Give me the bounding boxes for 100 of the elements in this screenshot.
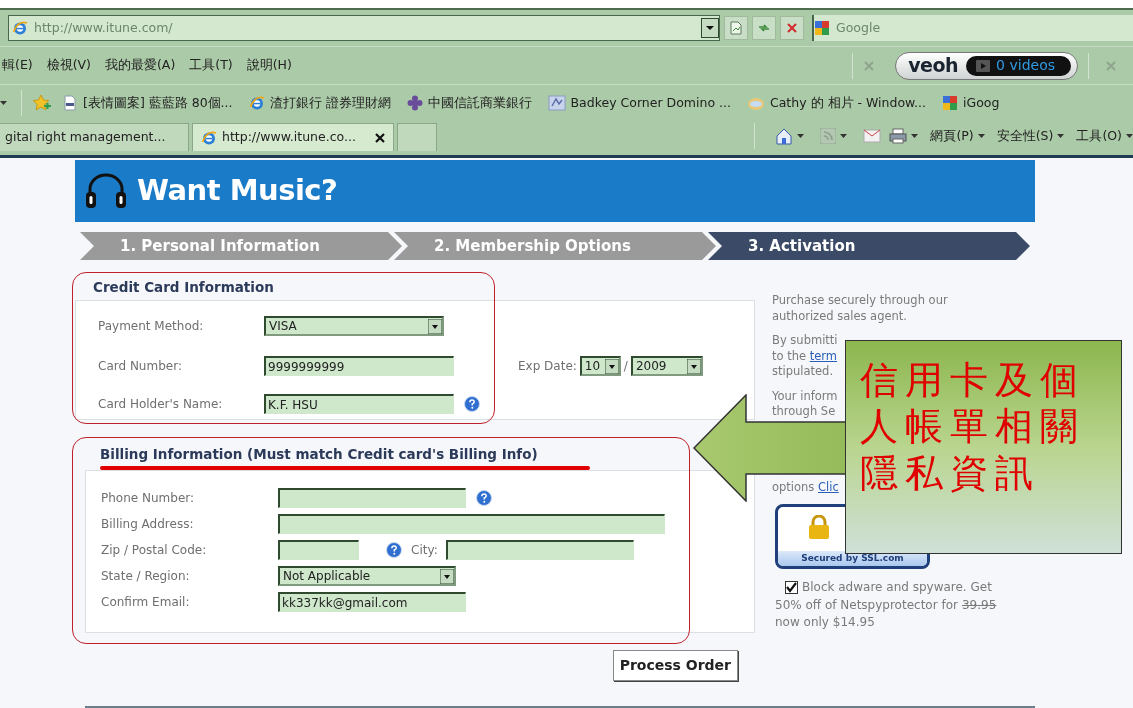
- web-page-icon: [12, 20, 28, 36]
- field-label: Confirm Email:: [101, 594, 191, 611]
- input-field[interactable]: [278, 540, 359, 560]
- caret-icon: [840, 134, 848, 138]
- progress-step: 2. Membership Options: [394, 232, 716, 260]
- favorite-link[interactable]: 中國信託商業銀行: [406, 93, 532, 113]
- select-field[interactable]: 10: [579, 356, 621, 376]
- menu-item[interactable]: 工具(T): [189, 56, 247, 75]
- compatibility-button[interactable]: [724, 16, 748, 40]
- command-menu[interactable]: 工具(O): [1076, 126, 1133, 146]
- select-field[interactable]: 2009: [630, 356, 703, 376]
- chevron-icon: [0, 101, 7, 105]
- sidebar-text: to the: [772, 348, 807, 363]
- offer-text: 50% off of Netspyprotector for: [775, 596, 958, 614]
- callout-text: 信用卡及個人帳單相關隱私資訊: [860, 357, 1086, 497]
- envelope-icon: [863, 129, 882, 143]
- page-icon: [729, 21, 743, 35]
- input-field[interactable]: [278, 488, 466, 508]
- select-field[interactable]: Not Applicable: [278, 566, 456, 586]
- favorite-link[interactable]: iGoog: [942, 93, 1000, 113]
- home-button[interactable]: [775, 127, 805, 145]
- command-menu[interactable]: 網頁(P): [930, 126, 985, 146]
- field-label: Card Holder's Name:: [98, 396, 224, 413]
- help-icon[interactable]: [386, 542, 402, 558]
- help-icon[interactable]: [464, 396, 480, 412]
- dropdown-arrow-icon: [604, 358, 619, 374]
- input-field[interactable]: [445, 540, 634, 560]
- close-icon: [786, 22, 798, 34]
- google-icon: [814, 20, 830, 36]
- input-field[interactable]: [278, 514, 665, 534]
- field-label: Payment Method:: [98, 318, 205, 335]
- mail-button[interactable]: [863, 129, 882, 143]
- site-icon: [547, 95, 566, 111]
- menu-item[interactable]: 我的最愛(A): [104, 56, 190, 75]
- checkbox[interactable]: [785, 581, 798, 595]
- videos-button[interactable]: 0 videos: [966, 55, 1071, 76]
- star-icon[interactable]: [32, 94, 52, 112]
- flower-icon: [406, 95, 423, 111]
- field-label: Zip / Postal Code:: [101, 542, 208, 559]
- check-icon: [786, 582, 797, 594]
- dropdown-arrow-icon: [686, 358, 701, 374]
- terms-link[interactable]: Clic: [818, 479, 839, 494]
- rss-icon: [820, 128, 837, 144]
- caret-icon: [977, 134, 985, 138]
- favorite-link[interactable]: 渣打銀行 證券理財網: [248, 93, 391, 113]
- close-icon[interactable]: [374, 132, 385, 143]
- input-field[interactable]: K.F. HSU: [264, 394, 454, 414]
- site-logo: Want Music?: [137, 172, 338, 210]
- field-label: Exp Date:: [518, 358, 577, 375]
- stop-button[interactable]: [780, 16, 804, 40]
- offer-text: now only $14.95: [775, 614, 875, 631]
- section-title: Credit Card Information: [92, 278, 275, 296]
- cloud-icon: [746, 95, 765, 111]
- caret-icon: [797, 134, 805, 138]
- feeds-button[interactable]: [820, 128, 848, 144]
- browser-tab[interactable]: gital right management...: [0, 123, 189, 151]
- play-icon: [976, 59, 991, 72]
- sidebar-text: options: [772, 479, 815, 494]
- field-label: City:: [411, 542, 438, 559]
- home-icon: [775, 127, 794, 145]
- offer-text: Block adware and spyware. Get: [802, 579, 992, 596]
- dropdown-button[interactable]: [701, 18, 719, 38]
- section-title: Billing Information (Must match Credit card's Billing Info): [99, 445, 539, 463]
- favorite-link[interactable]: [表情圖案] 藍藍路 80個...: [62, 93, 233, 113]
- sidebar-text: stipulated.: [772, 364, 835, 380]
- favorite-link[interactable]: Cathy 的 相片 - Window...: [746, 93, 927, 113]
- google-icon: [942, 95, 959, 111]
- date-separator: /: [623, 358, 628, 375]
- sidebar-text: through Se: [772, 404, 837, 420]
- old-price: 39.95: [961, 596, 997, 614]
- help-icon[interactable]: [476, 490, 492, 506]
- sidebar-text: authorized sales agent.: [772, 308, 908, 324]
- field-label: Phone Number:: [101, 490, 196, 507]
- web-page-icon: [201, 129, 217, 146]
- menu-item[interactable]: 說明(H): [246, 56, 306, 75]
- input-field[interactable]: 9999999999: [264, 356, 454, 376]
- printer-icon: [889, 128, 908, 144]
- toolbar-logo: veoh: [908, 53, 959, 79]
- web-page-icon: [248, 95, 265, 111]
- field-label: Card Number:: [98, 358, 183, 375]
- process-order-button[interactable]: Process Order: [612, 650, 738, 681]
- terms-link[interactable]: term: [809, 348, 838, 363]
- select-field[interactable]: VISA: [264, 316, 444, 336]
- sidebar-text: Your inform: [772, 388, 839, 404]
- headphones-icon: [83, 173, 129, 209]
- field-label: Billing Address:: [101, 516, 195, 533]
- page-icon: [62, 95, 78, 111]
- progress-step: 3. Activation: [708, 232, 1030, 260]
- caret-icon: [1126, 134, 1133, 138]
- browser-tab[interactable]: http://www.itune.co...: [192, 123, 394, 151]
- menu-item[interactable]: 輯(E): [2, 56, 47, 75]
- menu-item[interactable]: 檢視(V): [46, 56, 105, 75]
- dropdown-arrow-icon: [440, 568, 454, 584]
- favorite-link[interactable]: Badkey Corner Domino ...: [547, 93, 731, 113]
- caret-icon: [911, 134, 919, 138]
- input-field[interactable]: kk337kk@gmail.com: [278, 592, 466, 612]
- print-button[interactable]: [889, 128, 919, 144]
- command-menu[interactable]: 安全性(S): [996, 126, 1065, 146]
- lock-icon: [808, 515, 830, 539]
- dropdown-arrow-icon: [428, 318, 442, 334]
